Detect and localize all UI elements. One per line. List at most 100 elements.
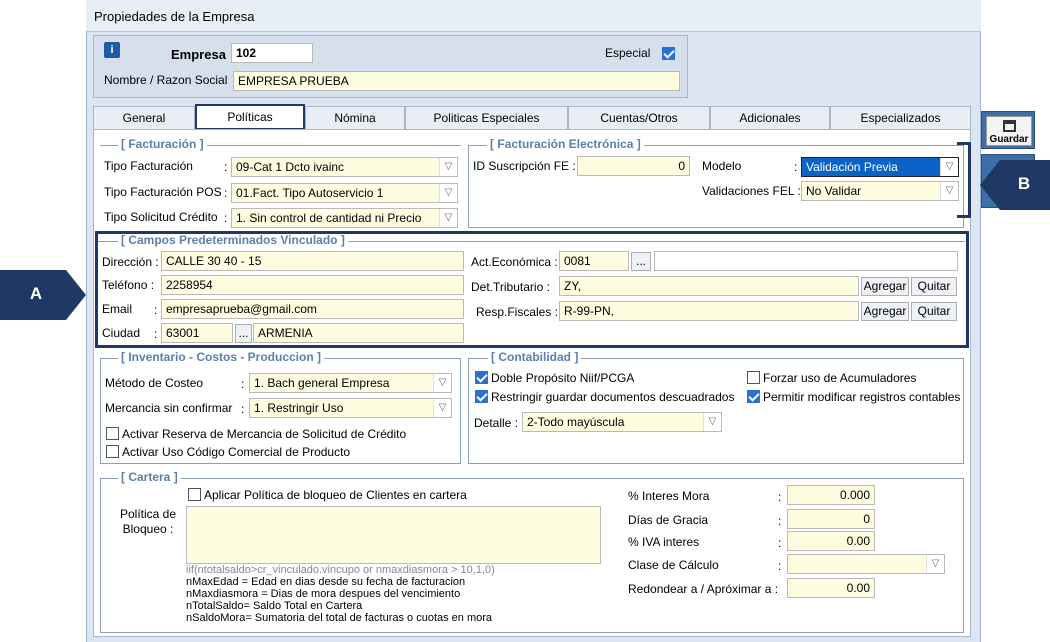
chevron-down-icon[interactable]: ▽ (439, 158, 457, 176)
clase-calculo-label: Clase de Cálculo (628, 558, 719, 572)
callout-a: A (0, 270, 86, 320)
colon: : (224, 160, 228, 174)
metodo-costeo-select[interactable]: 1. Bach general Empresa ▽ (249, 373, 452, 393)
mercancia-select[interactable]: 1. Restringir Uso ▽ (249, 398, 452, 418)
redondear-label: Redondear a / Apróximar a : (628, 582, 779, 596)
modelo-value: Validación Previa (806, 160, 898, 174)
tipo-credito-select[interactable]: 1. Sin control de cantidad ni Precio ▽ (231, 208, 458, 228)
tab-politicas-especiales[interactable]: Politicas Especiales (405, 106, 568, 130)
id-suscripcion-field[interactable]: 0 (577, 156, 690, 176)
restringir-descuadrados-checkbox[interactable] (475, 390, 488, 403)
colon: : (224, 186, 228, 200)
tab-politicas[interactable]: Políticas (195, 104, 305, 130)
interes-mora-label: % Interes Mora (628, 489, 710, 503)
tab-especializados[interactable]: Especializados (830, 106, 971, 130)
guardar-label: Guardar (989, 134, 1029, 145)
validaciones-value: No Validar (806, 184, 862, 198)
id-suscripcion-label: ID Suscripción FE : (473, 159, 576, 173)
doble-proposito-checkbox[interactable] (475, 371, 488, 384)
colon: : (778, 536, 782, 550)
razon-field[interactable]: EMPRESA PRUEBA (233, 71, 680, 91)
especial-checkbox[interactable] (662, 47, 675, 60)
mercancia-label: Mercancia sin confirmar (105, 401, 233, 415)
callout-b-label: B (1017, 174, 1031, 193)
dias-gracia-field[interactable]: 0 (787, 509, 875, 529)
contabilidad-title: [ Contabilidad ] (488, 350, 582, 364)
chevron-down-icon[interactable]: ▽ (926, 555, 944, 573)
cartera-title: [ Cartera ] (118, 470, 181, 484)
tipo-credito-value: 1. Sin control de cantidad ni Precio (236, 211, 422, 225)
chevron-down-icon[interactable]: ▽ (439, 209, 457, 227)
razon-label: Nombre / Razon Social (104, 73, 228, 87)
tab-general[interactable]: General (93, 106, 195, 130)
modelo-select[interactable]: Validación Previa ▽ (801, 157, 959, 177)
reserva-label: Activar Reserva de Mercancia de Solicitu… (122, 427, 407, 441)
redondear-field[interactable]: 0.00 (787, 578, 875, 598)
modelo-label: Modelo (702, 159, 742, 173)
chevron-down-icon[interactable]: ▽ (433, 399, 451, 417)
metodo-costeo-value: 1. Bach general Empresa (254, 376, 390, 390)
tab-nomina[interactable]: Nómina (305, 106, 405, 130)
permitir-modificar-checkbox[interactable] (747, 390, 760, 403)
tipo-facturacion-select[interactable]: 09-Cat 1 Dcto ivainc ▽ (231, 157, 458, 177)
colon: : (241, 377, 245, 391)
metodo-costeo-label: Método de Costeo (105, 376, 204, 390)
callout-b: B (980, 160, 1050, 210)
especial-label: Especial (605, 46, 651, 60)
reserva-checkbox[interactable] (106, 427, 119, 440)
chevron-down-icon[interactable]: ▽ (433, 374, 451, 392)
interes-mora-field[interactable]: 0.000 (787, 485, 875, 505)
validaciones-label: Validaciones FEL : (702, 184, 801, 198)
politica-bloqueo-textarea[interactable] (186, 506, 601, 564)
help-nmaxedad: nMaxEdad = Edad en dias desde su fecha d… (186, 576, 466, 588)
politica-bloqueo-label: Política de Bloqueo : (119, 507, 177, 536)
facturacion-title: [ Facturación ] (118, 137, 207, 151)
chevron-down-icon[interactable]: ▽ (439, 184, 457, 202)
guardar-button[interactable]: Guardar (981, 111, 1035, 149)
colon: : (224, 211, 228, 225)
dias-gracia-label: Días de Gracia (628, 513, 709, 527)
empresa-field[interactable]: 102 (231, 43, 313, 63)
tab-cuentas-otros[interactable]: Cuentas/Otros (568, 106, 710, 130)
tipo-pos-select[interactable]: 01.Fact. Tipo Autoservicio 1 ▽ (231, 183, 458, 203)
chevron-down-icon[interactable]: ▽ (703, 413, 721, 431)
colon: : (778, 514, 782, 528)
save-icon (1003, 120, 1016, 132)
callout-a-label: A (29, 284, 43, 303)
iva-interes-label: % IVA interes (628, 535, 700, 549)
colon: : (778, 490, 782, 504)
permitir-modificar-label: Permitir modificar registros contables (763, 390, 961, 404)
restringir-descuadrados-label: Restringir guardar documentos descuadrad… (491, 390, 735, 404)
formula-text: iif(ntotalsaldo>cr_vinculado.vincupo or … (186, 564, 495, 576)
clase-calculo-select[interactable]: ▽ (787, 554, 945, 574)
highlight-box-a (95, 231, 969, 348)
help-ntotalsaldo: nTotalSaldo= Saldo Total en Cartera (186, 600, 363, 612)
inventario-title: [ Inventario - Costos - Produccion ] (118, 350, 325, 364)
chevron-down-icon[interactable]: ▽ (940, 158, 958, 176)
colon: : (241, 402, 245, 416)
detalle-label: Detalle : (474, 416, 519, 430)
iva-interes-field[interactable]: 0.00 (787, 531, 875, 551)
forzar-acumuladores-checkbox[interactable] (747, 371, 760, 384)
forzar-acumuladores-label: Forzar uso de Acumuladores (763, 371, 917, 385)
tipo-facturacion-label: Tipo Facturación (104, 159, 193, 173)
tipo-credito-label: Tipo Solicitud Crédito (104, 210, 218, 224)
validaciones-select[interactable]: No Validar ▽ (801, 181, 959, 201)
codigo-comercial-checkbox[interactable] (106, 445, 119, 458)
tab-adicionales[interactable]: Adicionales (710, 106, 830, 130)
title-bar: Propiedades de la Empresa (86, 0, 981, 32)
codigo-comercial-label: Activar Uso Código Comercial de Producto (122, 445, 351, 459)
help-nmaxdiasmora: nMaxdiasmora = Dias de mora despues del … (186, 588, 461, 600)
bloqueo-cartera-label: Aplicar Política de bloqueo de Clientes … (204, 488, 467, 502)
detalle-select[interactable]: 2-Todo mayúscula ▽ (522, 412, 722, 432)
colon: : (778, 559, 782, 573)
fe-title: [ Facturación Electrónica ] (487, 137, 644, 151)
info-icon[interactable]: i (104, 42, 120, 58)
tipo-pos-value: 01.Fact. Tipo Autoservicio 1 (236, 186, 384, 200)
bloqueo-cartera-checkbox[interactable] (188, 488, 201, 501)
chevron-down-icon[interactable]: ▽ (940, 182, 958, 200)
empresa-label: Empresa (171, 47, 226, 62)
help-nsaldomora: nSaldoMora= Sumatoria del total de factu… (186, 612, 493, 624)
mercancia-value: 1. Restringir Uso (254, 401, 344, 415)
window-title: Propiedades de la Empresa (94, 9, 255, 24)
